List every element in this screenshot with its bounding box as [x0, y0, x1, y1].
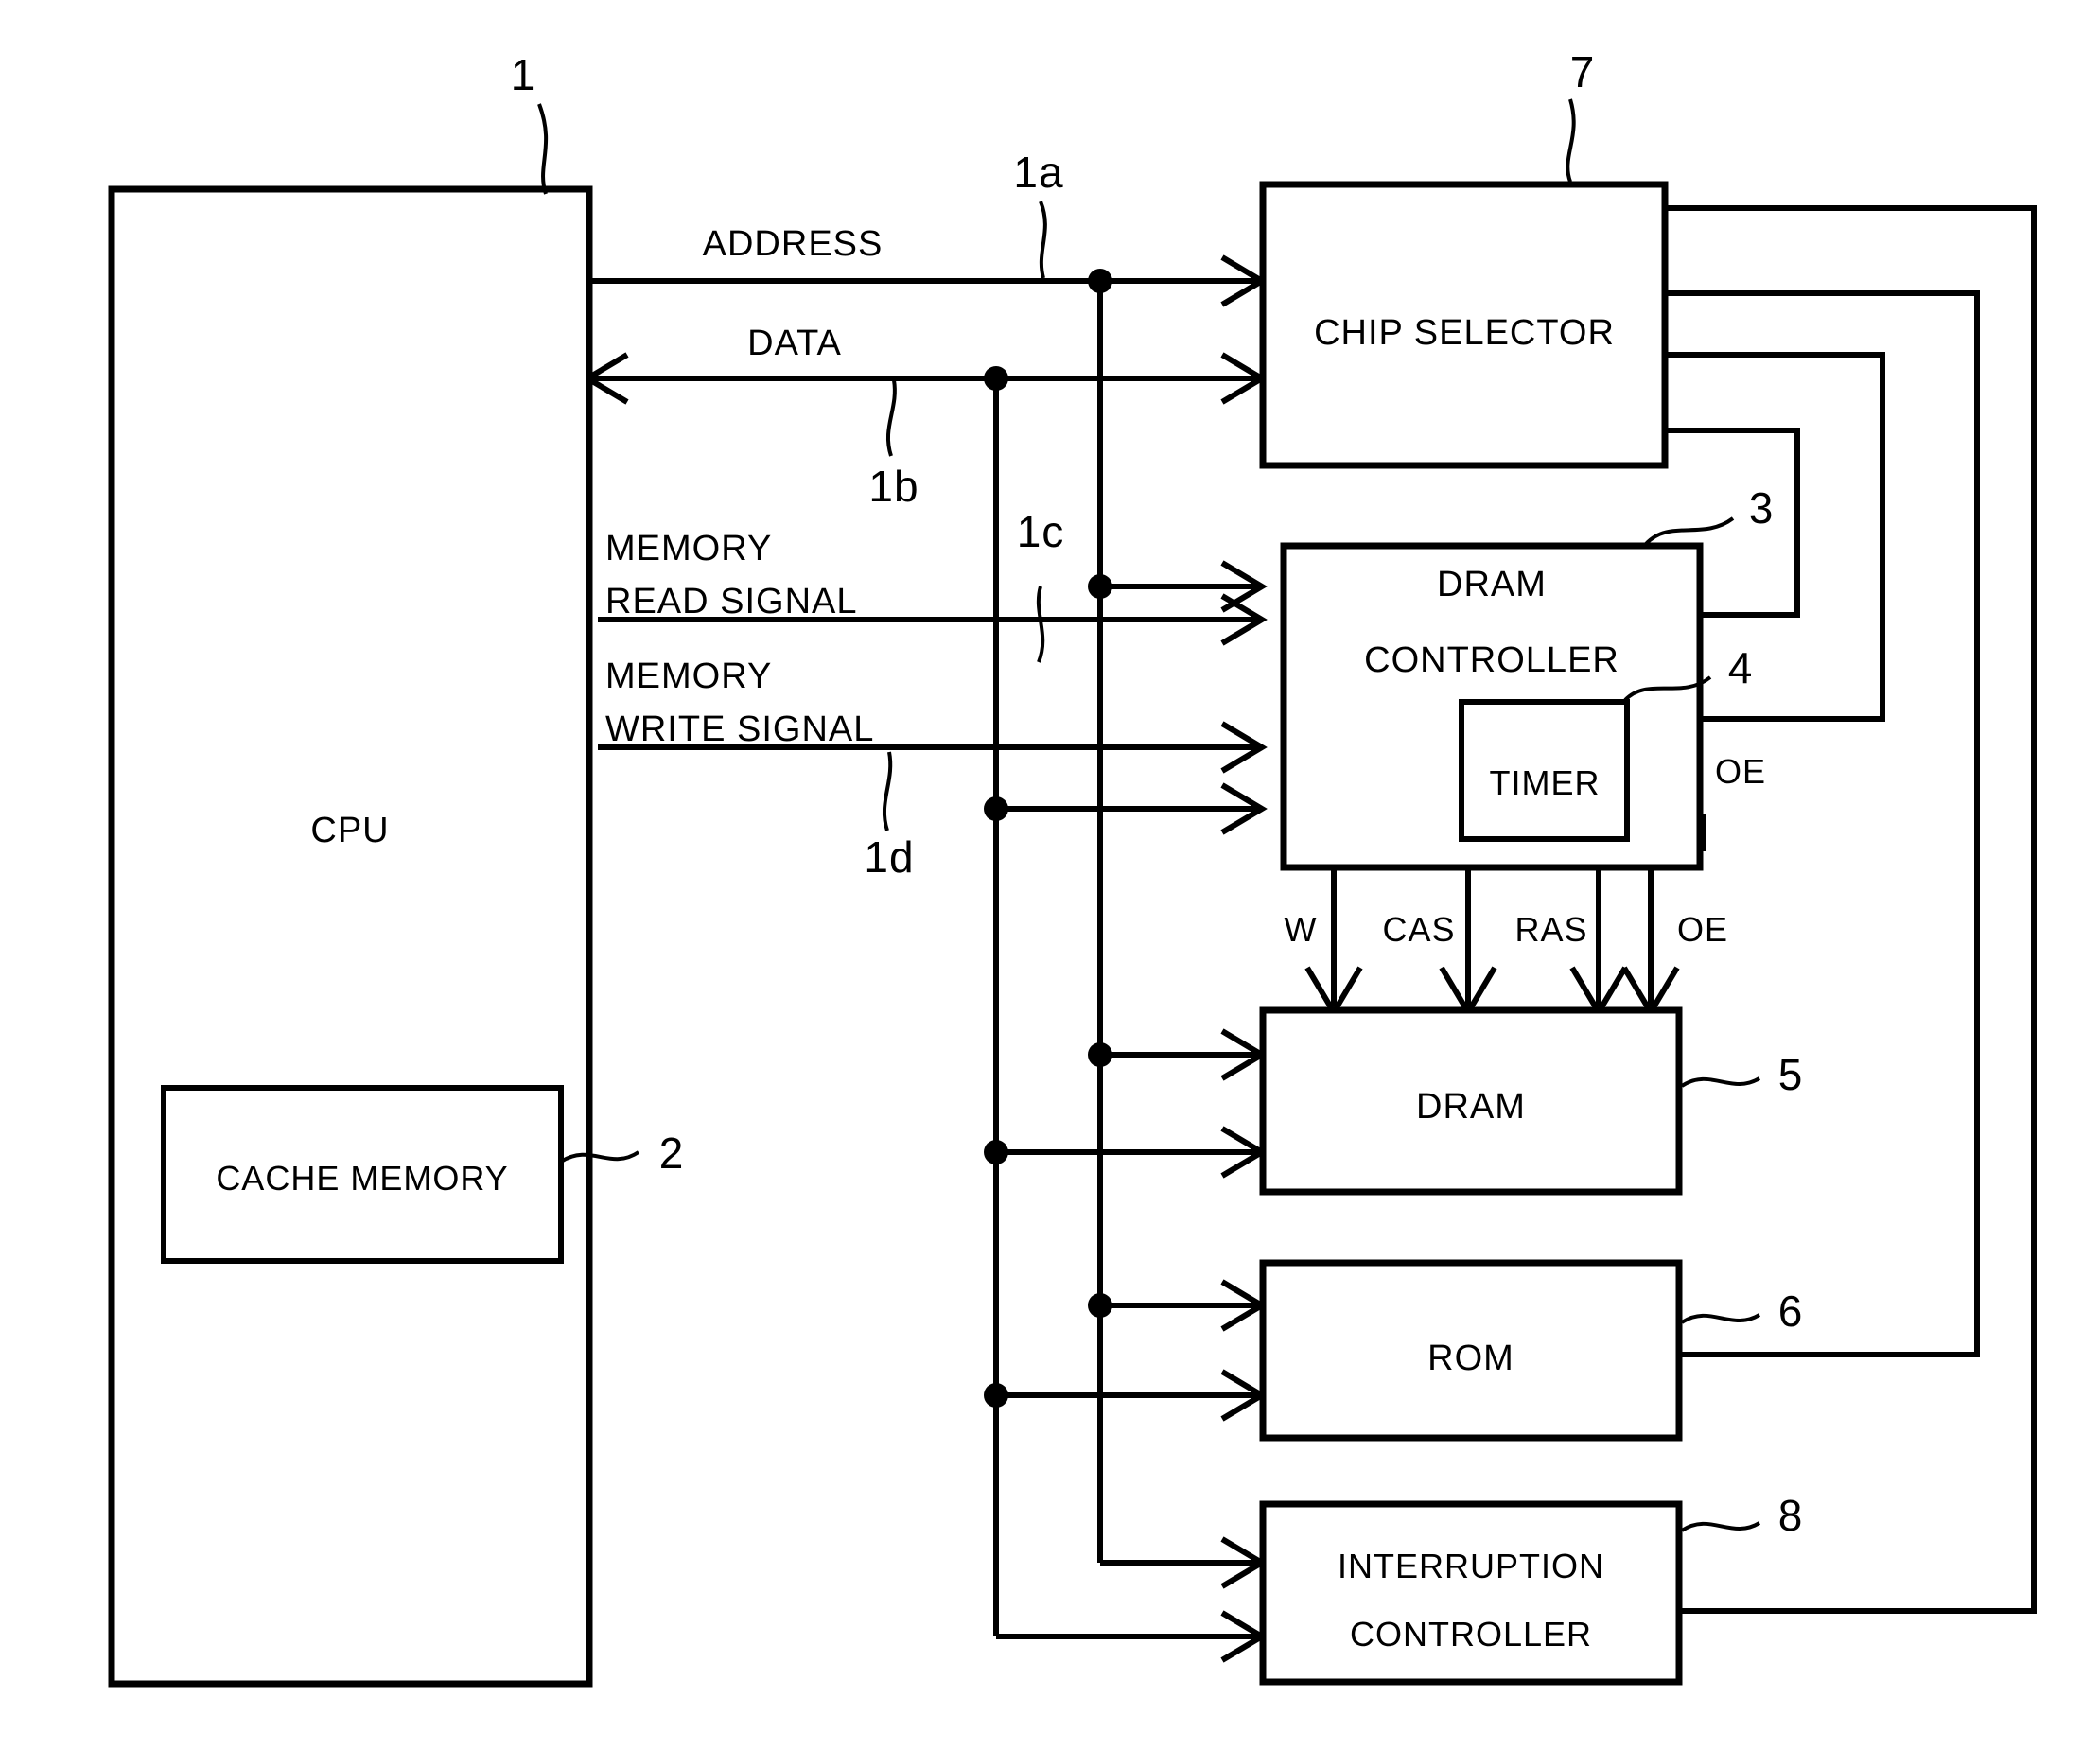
- dram-ref-leader: [1680, 1076, 1761, 1088]
- timer-ref-number: 4: [1728, 643, 1754, 692]
- pin-label-w: W: [1285, 910, 1318, 949]
- dram-label: DRAM: [1416, 1087, 1526, 1127]
- dram-controller-label-line2: CONTROLLER: [1364, 640, 1619, 680]
- data-ref-number: 1b: [868, 462, 919, 511]
- pin-label-oe: OE: [1677, 910, 1728, 949]
- dramctrl-ref-leader: [1644, 516, 1735, 546]
- ref-callout-memory-read: 1c: [1017, 507, 1065, 663]
- interruption-controller-ref-number: 8: [1778, 1491, 1804, 1540]
- block-timer[interactable]: TIMER: [1459, 699, 1630, 842]
- address-ref-leader: [1039, 201, 1047, 279]
- pin-label-oe-chipsel: OE: [1715, 752, 1766, 791]
- junction-dot: [984, 366, 1008, 391]
- dram-controller-ref-number: 3: [1749, 483, 1775, 533]
- memory-read-ref-number: 1c: [1017, 507, 1065, 556]
- ref-callout-rom: 6: [1680, 1286, 1804, 1336]
- cpu-box[interactable]: [108, 185, 593, 1688]
- ref-callout-memory-write: 1d: [864, 751, 914, 882]
- address-ref-number: 1a: [1013, 148, 1063, 197]
- block-rom[interactable]: ROM: [1259, 1259, 1683, 1442]
- block-dram[interactable]: DRAM: [1259, 1006, 1683, 1196]
- address-bus-label: ADDRESS: [703, 224, 884, 264]
- chip-selector-label: CHIP SELECTOR: [1314, 313, 1615, 353]
- ref-callout-cpu: 1: [511, 50, 549, 195]
- arrowheads: [582, 254, 1268, 1663]
- junction-dot: [1088, 1293, 1112, 1318]
- cpu-ref-leader: [537, 103, 549, 195]
- chipsel-ref-leader: [1566, 98, 1576, 183]
- cpu-label: CPU: [310, 811, 389, 850]
- timer-label: TIMER: [1490, 763, 1601, 802]
- block-chip-selector[interactable]: CHIP SELECTOR: [1259, 181, 1669, 469]
- ref-callout-chip-selector: 7: [1566, 47, 1596, 183]
- data-ref-leader: [885, 379, 897, 457]
- cache-memory-label: CACHE MEMORY: [216, 1159, 508, 1198]
- memory-write-signal-label-line1: MEMORY: [605, 656, 772, 696]
- junction-dot: [1088, 1042, 1112, 1067]
- junction-dot: [984, 1383, 1008, 1408]
- memwrite-ref-leader: [882, 751, 893, 831]
- ref-callout-address-bus: 1a: [1013, 148, 1063, 279]
- junction-dot: [984, 796, 1008, 821]
- chip-selector-ref-number: 7: [1570, 47, 1596, 96]
- junction-dot: [984, 1140, 1008, 1164]
- memory-write-signal-label-line2: WRITE SIGNAL: [605, 709, 874, 749]
- block-interruption-controller[interactable]: INTERRUPTION CONTROLLER: [1259, 1500, 1683, 1686]
- dram-controller-label-line1: DRAM: [1437, 565, 1547, 604]
- memory-write-ref-number: 1d: [864, 832, 914, 882]
- interruption-controller-label-line2: CONTROLLER: [1350, 1615, 1592, 1654]
- cpu-ref-number: 1: [511, 50, 536, 99]
- junction-dot: [1088, 574, 1112, 599]
- memory-read-signal-label-line2: READ SIGNAL: [605, 582, 858, 621]
- pin-label-ras: RAS: [1514, 910, 1587, 949]
- ref-callout-interruption-controller: 8: [1680, 1491, 1804, 1540]
- rom-label: ROM: [1427, 1339, 1514, 1378]
- chipsel-out-to-rom: [1665, 290, 1980, 1357]
- ref-callout-data-bus: 1b: [868, 379, 919, 511]
- interruption-controller-box[interactable]: [1259, 1500, 1683, 1686]
- block-cache-memory[interactable]: CACHE MEMORY: [161, 1085, 564, 1264]
- ref-callout-dram-controller: 3: [1644, 483, 1775, 546]
- pin-label-cas: CAS: [1382, 910, 1455, 949]
- data-bus-label: DATA: [747, 324, 842, 363]
- rom-ref-number: 6: [1778, 1286, 1804, 1336]
- cache-ref-number: 2: [659, 1129, 685, 1178]
- rom-ref-leader: [1680, 1313, 1761, 1324]
- dram-ref-number: 5: [1778, 1050, 1804, 1099]
- ref-callout-dram: 5: [1680, 1050, 1804, 1099]
- block-cpu[interactable]: CPU: [108, 185, 593, 1688]
- junction-dots: [984, 269, 1112, 1408]
- intctrl-ref-leader: [1680, 1521, 1761, 1532]
- memread-ref-leader: [1036, 586, 1045, 663]
- memory-read-signal-label-line1: MEMORY: [605, 529, 772, 569]
- junction-dot: [1088, 269, 1112, 293]
- diagram-canvas: CPU 1 CACHE MEMORY 2 CHIP SELECTOR 7 DRA…: [108, 47, 2037, 1688]
- figure-block-diagram: CPU 1 CACHE MEMORY 2 CHIP SELECTOR 7 DRA…: [0, 0, 2100, 1750]
- interruption-controller-label-line1: INTERRUPTION: [1338, 1547, 1604, 1585]
